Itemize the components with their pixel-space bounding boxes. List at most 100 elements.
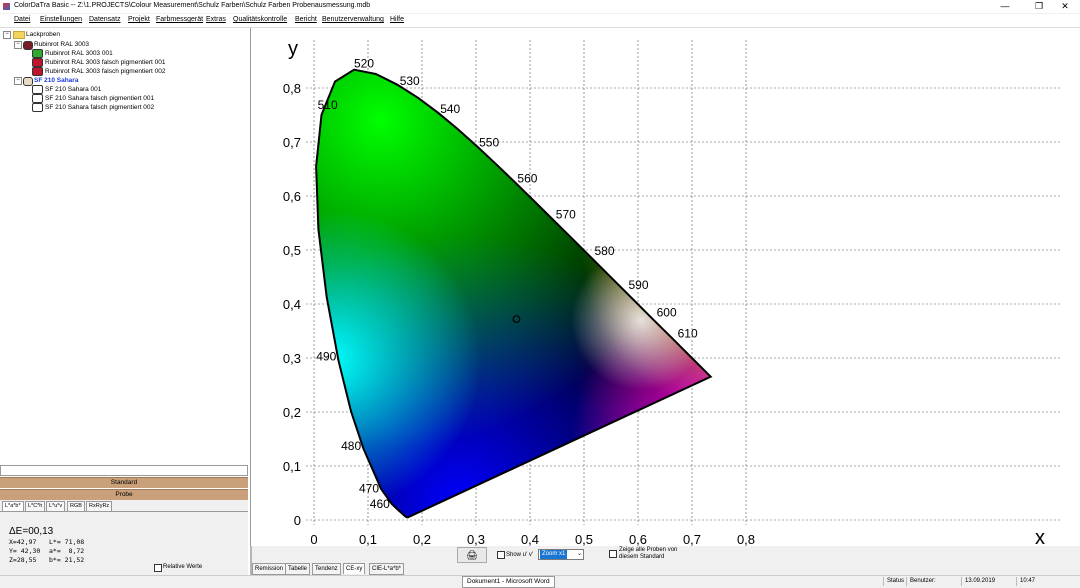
- wavelength-label: 520: [354, 57, 374, 71]
- show-all-samples-checkbox[interactable]: [609, 550, 617, 558]
- tab-remission[interactable]: Remission: [252, 563, 287, 575]
- wavelength-label: 540: [440, 102, 460, 116]
- collapse-icon[interactable]: −: [14, 41, 22, 49]
- user-label: Benutzer:: [906, 577, 936, 586]
- color-swatch-icon: [32, 85, 43, 94]
- wavelength-label: 490: [316, 350, 336, 364]
- print-button[interactable]: 🖨: [457, 547, 487, 563]
- wavelength-label: 590: [629, 278, 649, 292]
- tree-item[interactable]: SF 210 Sahara falsch pigmentiert 002: [32, 103, 232, 112]
- folder-icon: [13, 31, 25, 39]
- menu-bar: Datei Einstellungen Datensatz Projekt Fa…: [0, 14, 1080, 28]
- menu-datensatz[interactable]: Datensatz: [89, 16, 121, 23]
- x-tick-label: 0: [310, 532, 317, 546]
- taskbar-word-item[interactable]: Dokument1 - Microsoft Word: [462, 576, 555, 588]
- zoom-value: Zoom x1: [540, 550, 568, 559]
- y-axis-label: y: [288, 38, 298, 60]
- tab-rgb[interactable]: RGB: [67, 501, 85, 511]
- show-all-samples-label-1: Zeige alle Proben von: [619, 547, 678, 553]
- show-uv-checkbox[interactable]: [497, 551, 505, 559]
- value-tabs: L*a*b* L*C*h L*u*v RGB RxRyRz: [0, 500, 248, 512]
- y-value: Y= 42,30: [9, 547, 41, 555]
- show-uv-label: Show u' v': [506, 552, 533, 558]
- tab-tabelle[interactable]: Tabelle: [285, 563, 311, 575]
- x-tick-label: 0,1: [359, 532, 377, 546]
- tree-item[interactable]: SF 210 Sahara falsch pigmentiert 001: [32, 94, 232, 103]
- menu-einstellungen[interactable]: Einstellungen: [40, 16, 82, 23]
- tab-rxryrz[interactable]: RxRyRz: [86, 501, 113, 511]
- sample-tree: − Lackproben − Rubinrot RAL 3003 Rubinro…: [0, 28, 248, 463]
- wavelength-label: 530: [400, 74, 420, 88]
- chevron-down-icon: ⌄: [576, 551, 582, 557]
- tree-item[interactable]: SF 210 Sahara 001: [32, 85, 232, 94]
- left-panel: − Lackproben − Rubinrot RAL 3003 Rubinro…: [0, 28, 252, 586]
- collapse-icon[interactable]: −: [14, 77, 22, 85]
- x-value: X=42,97: [9, 538, 37, 546]
- tree-group-rubinrot[interactable]: − Rubinrot RAL 3003: [14, 40, 214, 50]
- color-swatch-icon: [32, 58, 43, 67]
- menu-datei[interactable]: Datei: [14, 16, 30, 23]
- tree-group-label: SF 210 Sahara: [34, 77, 79, 84]
- menu-extras[interactable]: Extras: [206, 16, 226, 23]
- tree-item[interactable]: Rubinrot RAL 3003 001: [32, 49, 232, 58]
- b-value: b*= 21,52: [49, 556, 85, 564]
- printer-icon: 🖨: [466, 550, 478, 560]
- y-tick-label: 0,1: [283, 459, 301, 474]
- tab-lab[interactable]: L*a*b*: [2, 501, 24, 511]
- menu-bericht[interactable]: Bericht: [295, 16, 317, 23]
- show-all-samples-label-2: diesem Standard: [619, 554, 665, 560]
- tab-tendenz[interactable]: Tendenz: [312, 563, 341, 575]
- close-button[interactable]: ✕: [1050, 0, 1080, 13]
- standard-bar[interactable]: Standard: [0, 477, 248, 488]
- x-tick-label: 0,5: [575, 532, 593, 546]
- x-tick-label: 0,4: [521, 532, 539, 546]
- z-value: Z=28,55: [9, 556, 37, 564]
- sample-name-field[interactable]: [0, 465, 248, 476]
- date-label: 13.09.2019: [961, 577, 995, 586]
- relative-values-label: Relative Werte: [163, 564, 203, 570]
- tab-luv[interactable]: L*u*v: [46, 501, 66, 511]
- tree-group-sahara[interactable]: − SF 210 Sahara: [14, 76, 214, 86]
- plot-tabs: Remission Tabelle Tendenz CE-xy CIE-L*a*…: [252, 563, 1080, 575]
- color-swatch-icon: [32, 49, 43, 58]
- x-tick-label: 0,2: [413, 532, 431, 546]
- wavelength-label: 560: [517, 172, 537, 186]
- tab-ce-xy[interactable]: CE-xy: [343, 563, 366, 574]
- wavelength-label: 480: [341, 439, 361, 453]
- menu-benutzerverwaltung[interactable]: Benutzerverwaltung: [322, 16, 384, 23]
- tree-group-label: Rubinrot RAL 3003: [34, 41, 90, 48]
- tree-item-label: SF 210 Sahara falsch pigmentiert 002: [45, 104, 155, 111]
- x-tick-label: 0,3: [467, 532, 485, 546]
- title-bar: ColorDaTra Basic -- Z:\1.PROJECTS\Colour…: [0, 0, 1080, 13]
- collapse-icon[interactable]: −: [3, 31, 11, 39]
- tab-cie-lab[interactable]: CIE-L*a*b*: [369, 563, 405, 575]
- wavelength-label: 550: [479, 135, 499, 149]
- color-swatch-icon: [32, 103, 43, 112]
- tree-item[interactable]: Rubinrot RAL 3003 falsch pigmentiert 001: [32, 58, 232, 67]
- app-icon: [3, 3, 10, 10]
- menu-farbmessgeraet[interactable]: Farbmessgerät: [156, 16, 203, 23]
- wavelength-label: 460: [370, 497, 390, 511]
- y-tick-label: 0,6: [283, 189, 301, 204]
- tree-root[interactable]: − Lackproben: [3, 30, 203, 39]
- color-swatch-icon: [32, 94, 43, 103]
- wavelength-label: 610: [678, 327, 698, 341]
- y-tick-label: 0,4: [283, 297, 301, 312]
- relative-values-checkbox[interactable]: [154, 564, 162, 572]
- tree-item-label: Rubinrot RAL 3003 falsch pigmentiert 002: [45, 68, 166, 75]
- y-tick-label: 0,3: [283, 351, 301, 366]
- a-value: a*= 8,72: [49, 547, 85, 555]
- menu-qualitaetskontrolle[interactable]: Qualitätskontrolle: [233, 16, 287, 23]
- zoom-select[interactable]: Zoom x1 ⌄: [538, 549, 584, 560]
- wavelength-label: 470: [359, 482, 379, 496]
- probe-bar[interactable]: Probe: [0, 489, 248, 500]
- tree-item-label: Rubinrot RAL 3003 falsch pigmentiert 001: [45, 59, 166, 66]
- wavelength-label: 510: [318, 98, 338, 112]
- menu-hilfe[interactable]: Hilfe: [390, 16, 404, 23]
- menu-projekt[interactable]: Projekt: [128, 16, 150, 23]
- cie-xy-chart: 00 0,1 0,1 0,2 0,2 0,3 0,3 0,4 0,4 0,5 0,5 0,6 0,6 0,…: [283, 38, 1061, 549]
- minimize-button[interactable]: —: [990, 0, 1020, 13]
- y-tick-label: 0: [294, 513, 301, 528]
- tab-lch[interactable]: L*C*h: [25, 501, 46, 511]
- tree-item[interactable]: Rubinrot RAL 3003 falsch pigmentiert 002: [32, 67, 232, 76]
